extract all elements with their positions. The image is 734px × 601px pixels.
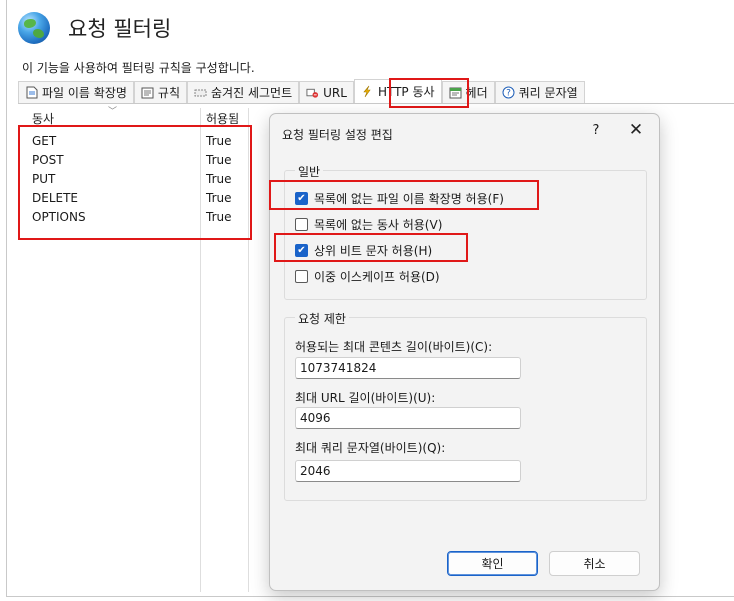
- svg-text:?: ?: [506, 89, 511, 99]
- sort-caret-icon: ﹀: [108, 107, 118, 117]
- tab-strip: 파일 이름 확장명 규칙 숨겨진 세그먼트 URL HTTP 동사 헤더 ? 쿼…: [18, 79, 734, 104]
- allowed-cell: True: [206, 210, 232, 224]
- page-description: 이 기능을 사용하여 필터링 규칙을 구성합니다.: [22, 61, 255, 75]
- max-query-string-label: 최대 쿼리 문자열(바이트)(Q):: [295, 441, 446, 455]
- hidden-segments-icon: [194, 86, 207, 99]
- general-group: 일반 ✔ 목록에 없는 파일 이름 확장명 허용(F) 목록에 없는 동사 허용…: [284, 163, 647, 300]
- allow-unlisted-extensions-checkbox[interactable]: ✔ 목록에 없는 파일 이름 확장명 허용(F): [295, 190, 504, 207]
- checkbox-unchecked-icon: [295, 218, 308, 231]
- verb-cell: DELETE: [32, 191, 79, 205]
- allowed-cell: True: [206, 172, 232, 186]
- allow-unlisted-verbs-checkbox[interactable]: 목록에 없는 동사 허용(V): [295, 216, 442, 233]
- cancel-button[interactable]: 취소: [549, 551, 640, 576]
- page-header: 요청 필터링: [18, 12, 171, 44]
- tab-http-verbs[interactable]: HTTP 동사: [353, 79, 442, 103]
- verb-cell: POST: [32, 153, 64, 167]
- verb-cell: OPTIONS: [32, 210, 86, 224]
- table-row[interactable]: POST True: [32, 153, 252, 172]
- column-header-verb[interactable]: 동사: [32, 110, 54, 128]
- verb-cell: GET: [32, 134, 57, 148]
- table-row[interactable]: DELETE True: [32, 191, 252, 210]
- max-url-length-input[interactable]: [295, 407, 521, 429]
- allowed-cell: True: [206, 134, 232, 148]
- max-query-string-input[interactable]: [295, 460, 521, 482]
- http-verb-icon: [361, 85, 374, 98]
- request-limits-legend: 요청 제한: [295, 310, 349, 327]
- http-verbs-list: ﹀ 동사 허용됨 GET True POST True PUT True DEL…: [18, 104, 268, 592]
- ok-button[interactable]: 확인: [447, 551, 538, 576]
- table-row[interactable]: PUT True: [32, 172, 252, 191]
- tab-headers[interactable]: 헤더: [441, 81, 495, 103]
- tab-url[interactable]: URL: [299, 81, 354, 103]
- column-header-allowed[interactable]: 허용됨: [206, 110, 239, 128]
- tab-file-extensions[interactable]: 파일 이름 확장명: [18, 81, 134, 103]
- headers-icon: [449, 86, 462, 99]
- edit-request-filtering-settings-dialog: 요청 필터링 설정 편집 ? ✕ 일반 ✔ 목록에 없는 파일 이름 확장명 허…: [269, 113, 660, 591]
- general-group-legend: 일반: [295, 163, 324, 180]
- allow-double-escaping-checkbox[interactable]: 이중 이스케이프 허용(D): [295, 268, 440, 285]
- globe-icon: [18, 12, 50, 44]
- checkbox-unchecked-icon: [295, 270, 308, 283]
- allow-high-bit-characters-checkbox[interactable]: ✔ 상위 비트 문자 허용(H): [295, 242, 432, 259]
- verb-cell: PUT: [32, 172, 56, 186]
- allowed-cell: True: [206, 191, 232, 205]
- max-url-length-label: 최대 URL 길이(바이트)(U):: [295, 391, 436, 405]
- table-row[interactable]: OPTIONS True: [32, 210, 252, 229]
- table-row[interactable]: GET True: [32, 134, 252, 153]
- page-title: 요청 필터링: [68, 17, 172, 41]
- dialog-title: 요청 필터링 설정 편집: [282, 128, 393, 142]
- rules-icon: [141, 86, 154, 99]
- tab-hidden-segments[interactable]: 숨겨진 세그먼트: [187, 81, 300, 103]
- tab-rules[interactable]: 규칙: [133, 81, 188, 103]
- file-extension-icon: [25, 86, 38, 99]
- request-limits-group: 요청 제한 허용되는 최대 콘텐츠 길이(바이트)(C): 최대 URL 길이(…: [284, 310, 647, 501]
- checkbox-checked-icon: ✔: [295, 192, 308, 205]
- max-content-length-input[interactable]: [295, 357, 521, 379]
- max-content-length-label: 허용되는 최대 콘텐츠 길이(바이트)(C):: [295, 340, 493, 354]
- help-button[interactable]: ?: [588, 123, 604, 138]
- tab-query-strings[interactable]: ? 쿼리 문자열: [494, 81, 585, 103]
- url-deny-icon: [306, 86, 319, 99]
- allowed-cell: True: [206, 153, 232, 167]
- query-string-icon: ?: [502, 86, 515, 99]
- checkbox-checked-icon: ✔: [295, 244, 308, 257]
- close-button[interactable]: ✕: [626, 120, 646, 140]
